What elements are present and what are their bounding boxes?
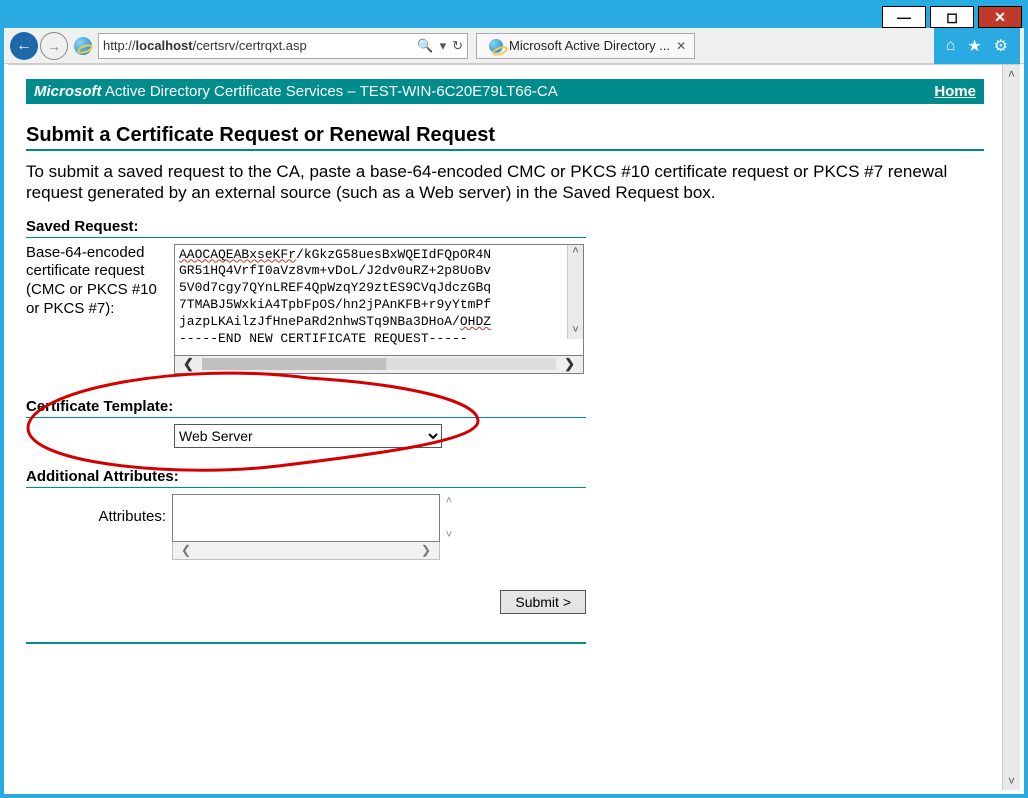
address-bar[interactable]: http://localhost/certsrv/certrqxt.asp 🔍 … [98,33,468,59]
ie-logo-icon [74,37,92,55]
page-viewport: Microsoft Active Directory Certificate S… [8,64,1020,790]
submit-row: Submit > [26,590,586,614]
cert-template-rule [26,417,586,418]
saved-request-textarea[interactable]: AAOCAQEABxseKFr/kGkzG58uesBxWQEIdFQpOR4N… [174,244,584,356]
refresh-icon[interactable]: ↻ [452,38,463,54]
hscroll-thumb[interactable] [202,358,386,370]
certsrv-header: Microsoft Active Directory Certificate S… [26,79,984,104]
page-title: Submit a Certificate Request or Renewal … [26,124,984,147]
hscroll-track[interactable] [202,358,556,370]
saved-request-label: Saved Request: [26,218,586,235]
scroll-down-icon[interactable]: ˅ [446,529,452,541]
scroll-right-icon[interactable]: ❯ [564,356,575,372]
additional-attributes-rule [26,487,586,488]
favorites-icon[interactable]: ★ [967,36,981,56]
home-icon[interactable]: ⌂ [946,37,956,55]
intro-text: To submit a saved request to the CA, pas… [26,161,984,204]
browser-toolbar: ← → http://localhost/certsrv/certrqxt.as… [4,28,1024,64]
additional-attributes-label: Additional Attributes: [26,468,586,485]
additional-attributes-section: Additional Attributes: Attributes: ˄ ˅ ❮ [26,468,586,560]
url-text: http://localhost/certsrv/certrqxt.asp [103,38,307,53]
address-dropdown-icon[interactable]: ▾ [440,38,447,54]
scroll-right-icon[interactable]: ❯ [421,543,431,557]
scroll-down-icon[interactable]: ˅ [572,324,579,338]
certificate-template-select[interactable]: Web Server [174,424,442,448]
scroll-left-icon[interactable]: ❮ [183,356,194,372]
window-titlebar: — ◻ ✕ [4,4,1024,28]
tab-title: Microsoft Active Directory ... [509,38,670,53]
scroll-up-icon[interactable]: ˄ [572,245,579,259]
attributes-field-label: Attributes: [26,494,166,525]
settings-gear-icon[interactable]: ⚙ [994,36,1008,56]
certificate-template-label: Certificate Template: [26,398,586,415]
page-vscrollbar[interactable]: ˄ ˅ [1002,65,1020,790]
saved-request-rule [26,237,586,238]
tab-close-icon[interactable]: ✕ [676,39,686,53]
window-minimize-button[interactable]: — [882,6,926,28]
tab-favicon-icon [489,39,503,53]
ie-window-frame: — ◻ ✕ ← → http://localhost/certsrv/certr… [0,0,1028,798]
page-scroll-up-icon[interactable]: ˄ [1008,65,1015,83]
home-link[interactable]: Home [934,83,976,100]
textarea-hscrollbar[interactable]: ❮ ❯ [174,356,584,374]
page-scroll-down-icon[interactable]: ˅ [1008,772,1015,790]
attributes-vscrollbar[interactable]: ˄ ˅ [441,495,457,541]
saved-request-section: Saved Request: Base-64-encoded certifica… [26,218,586,374]
scroll-up-icon[interactable]: ˄ [446,495,452,507]
window-maximize-button[interactable]: ◻ [930,6,974,28]
footer-rule [26,642,586,644]
base64-field-label: Base-64-encoded certificate request (CMC… [26,244,168,319]
nav-forward-button[interactable]: → [40,32,68,60]
search-icon[interactable]: 🔍 [417,38,433,54]
certsrv-header-title: Microsoft Active Directory Certificate S… [34,83,558,100]
browser-tools: ⌂ ★ ⚙ [934,28,1020,64]
textarea-vscrollbar[interactable]: ˄ ˅ [567,245,583,339]
browser-tab[interactable]: Microsoft Active Directory ... ✕ [476,33,695,59]
page-content: Microsoft Active Directory Certificate S… [8,65,1002,790]
title-rule [26,149,984,151]
attributes-hscrollbar[interactable]: ❮ ❯ [172,542,440,560]
scroll-left-icon[interactable]: ❮ [181,543,191,557]
attributes-textarea[interactable]: ˄ ˅ [172,494,440,542]
certificate-template-section: Certificate Template: Web Server [26,398,586,448]
submit-button[interactable]: Submit > [500,590,586,614]
nav-back-button[interactable]: ← [10,32,38,60]
window-close-button[interactable]: ✕ [978,6,1022,28]
